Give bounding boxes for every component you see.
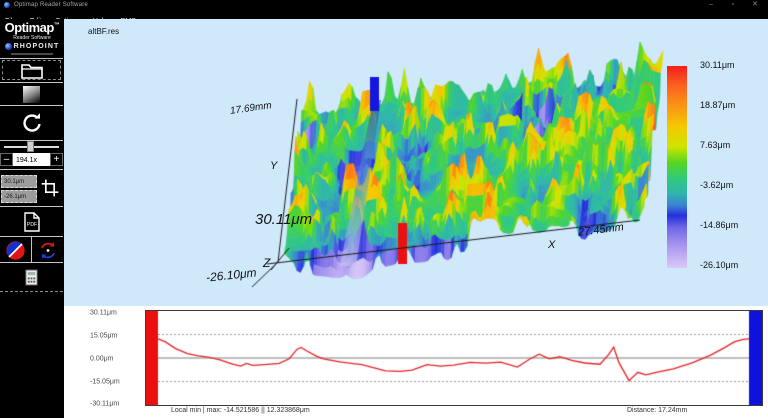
- y-tick-label: 30.11μm: [90, 310, 117, 317]
- compare-swap-button[interactable]: [32, 237, 63, 263]
- calculator-icon: [25, 269, 38, 286]
- app-icon: [4, 2, 10, 8]
- surface-viewport: altBF.res 17.69mm Y 30.11μm Z -26.10μm X…: [64, 19, 768, 306]
- distance-readout: Distance: 17.24mm: [627, 407, 687, 414]
- folder-open-icon: [21, 62, 43, 80]
- title-bar: Optimap Reader Software – ▫ ✕: [0, 0, 768, 10]
- range-max-button[interactable]: 30.1μm: [1, 175, 37, 188]
- rhopoint-brand-name: RHOPOINT: [14, 43, 60, 50]
- display-mode-row: [0, 236, 63, 263]
- zoom-out-button[interactable]: –: [0, 153, 13, 166]
- crop-button[interactable]: [40, 177, 60, 204]
- color-mode-button[interactable]: [0, 237, 32, 263]
- rhopoint-logo-icon: [5, 43, 12, 50]
- pdf-icon-label: PDF: [27, 222, 37, 228]
- y-axis-label: Y: [270, 160, 277, 172]
- cycle-arrows-icon: [37, 240, 59, 261]
- statistics-button[interactable]: [0, 262, 63, 292]
- crop-icon: [40, 177, 60, 199]
- pdf-icon: PDF: [24, 212, 40, 232]
- surface-plot-canvas[interactable]: [64, 19, 768, 306]
- range-min-button[interactable]: -26.1μm: [1, 190, 37, 203]
- profile-chart-canvas[interactable]: [146, 311, 762, 405]
- color-split-circle-icon: [5, 240, 26, 261]
- rhopoint-tagline: [11, 53, 53, 55]
- export-pdf-button[interactable]: PDF: [0, 206, 63, 236]
- z-max-label: 30.11μm: [255, 211, 312, 228]
- maximize-button[interactable]: ▫: [726, 0, 740, 10]
- refresh-button[interactable]: [0, 105, 63, 140]
- trademark-symbol: ™: [54, 23, 60, 29]
- gradient-swatch-icon: [23, 86, 40, 103]
- y-tick-label: -15.05μm: [90, 379, 120, 386]
- zoom-in-button[interactable]: +: [50, 153, 63, 166]
- range-controls: 30.1μm -26.1μm: [0, 169, 63, 207]
- colorbar-label: -3.62μm: [700, 180, 733, 190]
- local-minmax-readout: Local min | max: -14.521586 || 12.323868…: [171, 407, 310, 414]
- colorbar-label: 30.11μm: [700, 60, 735, 70]
- y-tick-label: 0.00μm: [90, 356, 114, 363]
- close-button[interactable]: ✕: [748, 0, 762, 10]
- z-axis-label: Z: [263, 256, 270, 270]
- zoom-slider-handle[interactable]: [27, 141, 34, 152]
- refresh-icon: [20, 110, 44, 136]
- colorbar: [667, 66, 687, 268]
- y-tick-label: -30.11μm: [90, 401, 119, 408]
- profile-panel: 30.11μm 15.05μm 0.00μm -15.05μm -30.11μm…: [64, 306, 768, 418]
- zoom-control: – 194.1x +: [0, 153, 63, 166]
- rhopoint-brand: RHOPOINT: [0, 43, 64, 50]
- colorbar-label: 18.87μm: [700, 100, 735, 110]
- colorbar-label: -26.10μm: [700, 260, 738, 270]
- zoom-level-value[interactable]: 194.1x: [13, 153, 50, 166]
- minimize-button[interactable]: –: [704, 0, 718, 10]
- x-axis-label: X: [548, 239, 555, 251]
- colorbar-label: 7.63μm: [700, 140, 730, 150]
- y-tick-label: 15.05μm: [90, 333, 117, 340]
- profile-chart[interactable]: [145, 310, 763, 406]
- texture-view-button[interactable]: [0, 82, 63, 105]
- zoom-slider[interactable]: [0, 140, 63, 152]
- colorbar-labels: 30.11μm 18.87μm 7.63μm -3.62μm -14.86μm …: [700, 19, 760, 306]
- toolbar-sidebar: Optimap™ Reader Software RHOPOINT – 194.…: [0, 19, 64, 418]
- colorbar-label: -14.86μm: [700, 220, 738, 230]
- open-file-button[interactable]: [0, 58, 63, 82]
- window-title: Optimap Reader Software: [14, 2, 88, 8]
- result-filename: altBF.res: [88, 27, 119, 36]
- logo-subtitle: Reader Software: [0, 35, 64, 41]
- optimap-logo-text: Optimap: [5, 20, 54, 35]
- profile-y-axis: 30.11μm 15.05μm 0.00μm -15.05μm -30.11μm: [90, 306, 140, 418]
- optimap-logo: Optimap™: [0, 20, 64, 35]
